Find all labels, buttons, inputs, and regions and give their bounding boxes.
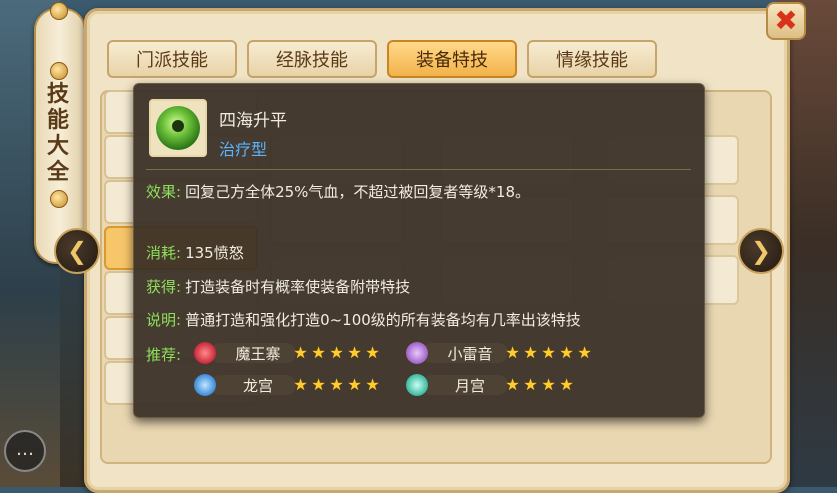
effect-row: 效果: 回复己方全体25%气血，不超过被回复者等级*18。	[146, 181, 530, 202]
star-icon: ★	[329, 375, 345, 394]
skill-icon-frame	[149, 99, 207, 157]
sect-name: 月宫	[454, 377, 485, 395]
tab-sect-skills[interactable]: 门派技能	[107, 40, 237, 78]
next-page-button[interactable]: ❯	[738, 228, 784, 274]
sect-emblem-icon	[194, 374, 216, 396]
star-icon: ★	[329, 343, 345, 362]
recommended-sect: 魔王寨	[194, 342, 296, 364]
cost-label: 消耗:	[146, 244, 182, 262]
divider	[146, 169, 691, 170]
side-scroll-title: 技 能 大 全	[46, 82, 69, 185]
effect-text: 回复己方全体25%气血，不超过被回复者等级*18。	[185, 183, 530, 201]
star-icon: ★	[365, 343, 381, 362]
chevron-left-icon: ❮	[66, 237, 88, 265]
tab-bond-skills[interactable]: 情缘技能	[527, 40, 657, 78]
sect-emblem-icon	[406, 374, 428, 396]
scroll-knob-bottom	[50, 190, 68, 208]
tab-meridian-skills[interactable]: 经脉技能	[247, 40, 377, 78]
star-icon: ★	[559, 375, 575, 394]
skill-orb-icon	[156, 106, 200, 150]
obtain-row: 获得: 打造装备时有概率使装备附带特技	[146, 276, 410, 297]
star-icon: ★	[293, 375, 309, 394]
star-icon: ★	[541, 343, 557, 362]
chat-icon: …	[16, 439, 34, 460]
star-rating: ★ ★ ★ ★ ★	[292, 375, 382, 395]
star-icon: ★	[559, 343, 575, 362]
sect-emblem-icon	[406, 342, 428, 364]
skill-tooltip: 四海升平 治疗型 效果: 回复己方全体25%气血，不超过被回复者等级*18。 消耗…	[133, 83, 705, 418]
star-icon: ★	[505, 375, 521, 394]
star-icon: ★	[347, 343, 363, 362]
sect-name: 魔王寨	[235, 345, 281, 363]
star-icon: ★	[523, 375, 539, 394]
sect-emblem-icon	[194, 342, 216, 364]
close-icon: ✖	[774, 4, 798, 37]
star-icon: ★	[541, 375, 557, 394]
effect-label: 效果:	[146, 183, 182, 201]
star-icon: ★	[523, 343, 539, 362]
recommended-sect: 龙宫	[194, 374, 296, 396]
note-label: 说明:	[146, 311, 182, 329]
close-button[interactable]: ✖	[766, 2, 806, 40]
scroll-knob-top	[50, 2, 68, 20]
skill-name: 四海升平	[219, 111, 287, 131]
star-icon: ★	[347, 375, 363, 394]
chat-button[interactable]: …	[4, 430, 46, 472]
star-rating: ★ ★ ★ ★	[504, 375, 576, 395]
star-icon: ★	[311, 343, 327, 362]
obtain-label: 获得:	[146, 278, 182, 296]
recommend-label: 推荐:	[146, 346, 182, 364]
recommended-sect: 小雷音	[406, 342, 508, 364]
chevron-right-icon: ❯	[750, 237, 772, 265]
scroll-knob-emblem	[50, 62, 68, 80]
obtain-text: 打造装备时有概率使装备附带特技	[185, 278, 411, 296]
note-row: 说明: 普通打造和强化打造0~100级的所有装备均有几率出该特技	[146, 309, 581, 330]
star-icon: ★	[293, 343, 309, 362]
star-icon: ★	[505, 343, 521, 362]
note-text: 普通打造和强化打造0~100级的所有装备均有几率出该特技	[185, 311, 581, 329]
star-icon: ★	[365, 375, 381, 394]
star-icon: ★	[577, 343, 593, 362]
sect-name: 小雷音	[447, 345, 493, 363]
tab-equipment-specials[interactable]: 装备特技	[387, 40, 517, 78]
cost-text: 135愤怒	[185, 244, 244, 262]
sect-name: 龙宫	[242, 377, 273, 395]
cost-row: 消耗: 135愤怒	[146, 242, 244, 263]
star-icon: ★	[311, 375, 327, 394]
star-rating: ★ ★ ★ ★ ★	[504, 343, 594, 363]
recommended-sect: 月宫	[406, 374, 508, 396]
star-rating: ★ ★ ★ ★ ★	[292, 343, 382, 363]
skill-type: 治疗型	[219, 140, 268, 159]
prev-page-button[interactable]: ❮	[54, 228, 100, 274]
